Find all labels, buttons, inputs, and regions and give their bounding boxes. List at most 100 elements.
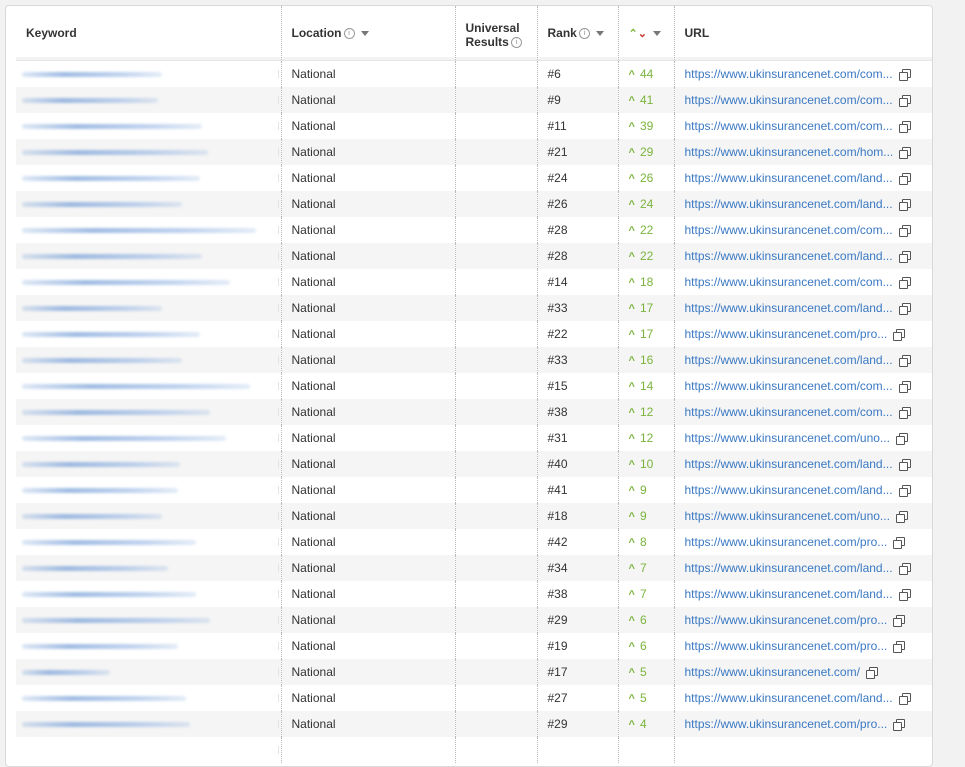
keyword-cell[interactable]	[16, 321, 281, 347]
location-header[interactable]: Location i	[280, 6, 455, 61]
open-external-icon[interactable]	[898, 458, 911, 471]
keyword-cell[interactable]	[16, 425, 281, 451]
url-link[interactable]: https://www.ukinsurancenet.com/hom...	[685, 145, 894, 159]
open-external-icon[interactable]	[898, 380, 911, 393]
keyword-header[interactable]: Keyword	[16, 6, 281, 61]
keyword-cell[interactable]	[16, 399, 281, 425]
table-row[interactable]: National #40 ^ 10 https://www.ukinsurancenet…	[16, 451, 932, 477]
table-row[interactable]: National #21 ^ 29 https://www.ukinsurancenet…	[16, 139, 932, 165]
url-link[interactable]: https://www.ukinsurancenet.com/land...	[685, 457, 893, 471]
keyword-cell[interactable]	[16, 529, 281, 555]
info-icon[interactable]: i	[578, 28, 590, 40]
info-icon[interactable]: i	[343, 28, 355, 40]
keyword-cell[interactable]	[16, 217, 281, 243]
open-external-icon[interactable]	[898, 562, 911, 575]
url-link[interactable]: https://www.ukinsurancenet.com/com...	[685, 67, 893, 81]
keyword-cell[interactable]	[16, 87, 281, 113]
url-header[interactable]: URL	[673, 6, 932, 61]
sort-caret-icon[interactable]	[652, 31, 661, 37]
keyword-cell[interactable]	[16, 295, 281, 321]
open-external-icon[interactable]	[898, 276, 911, 289]
url-link[interactable]: https://www.ukinsurancenet.com/land...	[685, 171, 893, 185]
table-row[interactable]: National #31 ^ 12 https://www.ukinsurancenet…	[16, 425, 932, 451]
url-link[interactable]: https://www.ukinsurancenet.com/com...	[685, 119, 893, 133]
table-row[interactable]: National #18 ^ 9 https://www.ukinsurancenet.…	[16, 503, 932, 529]
open-external-icon[interactable]	[895, 432, 908, 445]
url-link[interactable]: https://www.ukinsurancenet.com/pro...	[685, 639, 888, 653]
table-row[interactable]: National #19 ^ 6 https://www.ukinsurancenet.…	[16, 633, 932, 659]
keyword-cell[interactable]	[16, 685, 281, 711]
keyword-cell[interactable]	[16, 581, 281, 607]
open-external-icon[interactable]	[898, 354, 911, 367]
keyword-cell[interactable]	[16, 243, 281, 269]
url-link[interactable]: https://www.ukinsurancenet.com/land...	[685, 483, 893, 497]
open-external-icon[interactable]	[898, 692, 911, 705]
open-external-icon[interactable]	[898, 172, 911, 185]
open-external-icon[interactable]	[898, 588, 911, 601]
open-external-icon[interactable]	[893, 640, 906, 653]
change-header[interactable]: ⌃⌄	[617, 6, 674, 61]
sort-caret-icon[interactable]	[595, 31, 604, 37]
table-row[interactable]: National #6 ^ 44 https://www.ukinsurancenet.…	[16, 60, 932, 88]
url-link[interactable]: https://www.ukinsurancenet.com/pro...	[685, 535, 888, 549]
universal-results-header[interactable]: Universal Results i	[454, 6, 537, 61]
url-link[interactable]: https://www.ukinsurancenet.com/	[685, 665, 860, 679]
keyword-cell[interactable]	[16, 555, 281, 581]
open-external-icon[interactable]	[898, 406, 911, 419]
table-row[interactable]	[16, 737, 932, 763]
url-link[interactable]: https://www.ukinsurancenet.com/com...	[685, 93, 893, 107]
open-external-icon[interactable]	[893, 536, 906, 549]
url-link[interactable]: https://www.ukinsurancenet.com/com...	[685, 275, 893, 289]
keyword-cell[interactable]	[16, 503, 281, 529]
url-link[interactable]: https://www.ukinsurancenet.com/land...	[685, 197, 893, 211]
url-link[interactable]: https://www.ukinsurancenet.com/pro...	[685, 327, 888, 341]
url-link[interactable]: https://www.ukinsurancenet.com/com...	[685, 379, 893, 393]
table-row[interactable]: National #17 ^ 5 https://www.ukinsurancenet.…	[16, 659, 932, 685]
table-row[interactable]: National #41 ^ 9 https://www.ukinsurancenet.…	[16, 477, 932, 503]
table-row[interactable]: National #33 ^ 17 https://www.ukinsurancenet…	[16, 295, 932, 321]
rank-header[interactable]: Rank i	[536, 6, 618, 61]
keyword-cell[interactable]	[16, 607, 281, 633]
open-external-icon[interactable]	[893, 328, 906, 341]
info-icon[interactable]: i	[510, 37, 522, 49]
keyword-cell[interactable]	[16, 477, 281, 503]
url-link[interactable]: https://www.ukinsurancenet.com/pro...	[685, 613, 888, 627]
table-row[interactable]: National #33 ^ 16 https://www.ukinsurancenet…	[16, 347, 932, 373]
url-link[interactable]: https://www.ukinsurancenet.com/land...	[685, 353, 893, 367]
table-row[interactable]: National #11 ^ 39 https://www.ukinsurancenet…	[16, 113, 932, 139]
table-row[interactable]: National #22 ^ 17 https://www.ukinsurancenet…	[16, 321, 932, 347]
open-external-icon[interactable]	[898, 224, 911, 237]
keyword-cell[interactable]	[16, 737, 281, 763]
open-external-icon[interactable]	[893, 718, 906, 731]
table-row[interactable]: National #29 ^ 4 https://www.ukinsurancenet.…	[16, 711, 932, 737]
url-link[interactable]: https://www.ukinsurancenet.com/uno...	[685, 509, 890, 523]
table-row[interactable]: National #15 ^ 14 https://www.ukinsurancenet…	[16, 373, 932, 399]
keyword-cell[interactable]	[16, 269, 281, 295]
keyword-cell[interactable]	[16, 61, 281, 88]
keyword-cell[interactable]	[16, 191, 281, 217]
table-row[interactable]: National #38 ^ 12 https://www.ukinsurancenet…	[16, 399, 932, 425]
table-row[interactable]: National #24 ^ 26 https://www.ukinsurancenet…	[16, 165, 932, 191]
table-row[interactable]: National #29 ^ 6 https://www.ukinsurancenet.…	[16, 607, 932, 633]
keyword-cell[interactable]	[16, 347, 281, 373]
table-row[interactable]: National #42 ^ 8 https://www.ukinsurancenet.…	[16, 529, 932, 555]
table-row[interactable]: National #9 ^ 41 https://www.ukinsurancenet.…	[16, 87, 932, 113]
url-link[interactable]: https://www.ukinsurancenet.com/land...	[685, 301, 893, 315]
open-external-icon[interactable]	[898, 250, 911, 263]
url-link[interactable]: https://www.ukinsurancenet.com/land...	[685, 561, 893, 575]
open-external-icon[interactable]	[899, 146, 912, 159]
url-link[interactable]: https://www.ukinsurancenet.com/land...	[685, 249, 893, 263]
open-external-icon[interactable]	[898, 120, 911, 133]
keyword-cell[interactable]	[16, 113, 281, 139]
table-row[interactable]: National #38 ^ 7 https://www.ukinsurancenet.…	[16, 581, 932, 607]
keyword-cell[interactable]	[16, 711, 281, 737]
table-row[interactable]: National #27 ^ 5 https://www.ukinsurancenet.…	[16, 685, 932, 711]
url-link[interactable]: https://www.ukinsurancenet.com/pro...	[685, 717, 888, 731]
sort-caret-icon[interactable]	[360, 31, 369, 37]
keyword-cell[interactable]	[16, 139, 281, 165]
open-external-icon[interactable]	[893, 614, 906, 627]
open-external-icon[interactable]	[898, 198, 911, 211]
table-row[interactable]: National #28 ^ 22 https://www.ukinsurancenet…	[16, 217, 932, 243]
keyword-cell[interactable]	[16, 165, 281, 191]
open-external-icon[interactable]	[895, 510, 908, 523]
